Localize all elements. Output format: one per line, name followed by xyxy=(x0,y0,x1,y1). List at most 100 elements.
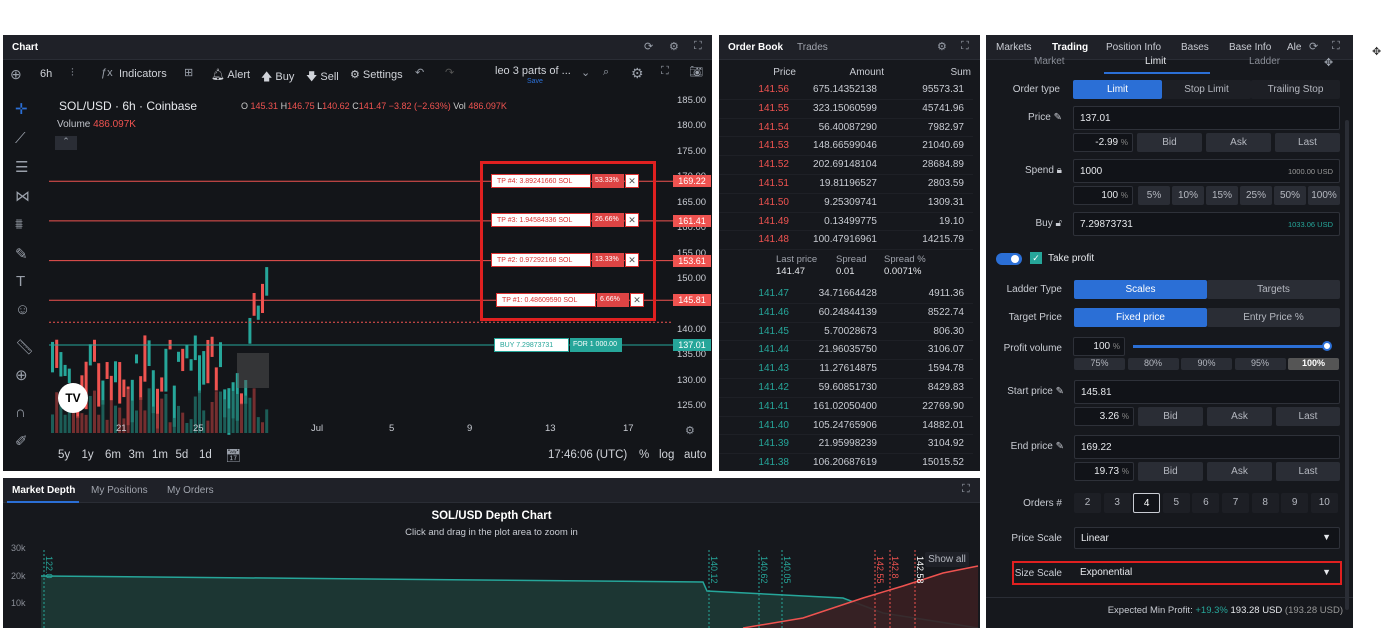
spend-pct-10[interactable]: 10% xyxy=(1172,186,1204,205)
tab-trading[interactable]: Trading xyxy=(1052,42,1088,53)
range-button-6m[interactable]: 6m xyxy=(105,449,121,461)
ask-row[interactable]: 141.56 675.14352138 95573.31 xyxy=(719,81,973,100)
pencil-icon[interactable]: ✎ xyxy=(1056,386,1064,397)
ask-row[interactable]: 141.48 100.47916961 14215.79 xyxy=(719,231,973,251)
close-icon[interactable]: ✕ xyxy=(630,293,644,307)
orders-count-10[interactable]: 10 xyxy=(1310,493,1338,513)
spend-pct-5[interactable]: 5% xyxy=(1138,186,1170,205)
order-type-trailing-stop[interactable]: Trailing Stop xyxy=(1251,80,1340,99)
lock-icon[interactable]: 🔒︎ xyxy=(1057,165,1062,176)
log-toggle[interactable]: log xyxy=(659,449,674,461)
scrollbar[interactable] xyxy=(1345,120,1349,610)
price-ask-button[interactable]: Ask xyxy=(1206,133,1271,152)
orders-count-5[interactable]: 5 xyxy=(1162,493,1190,513)
bid-row[interactable]: 141.43 11.27614875 1594.78 xyxy=(719,360,973,379)
take-profit-toggle[interactable] xyxy=(996,253,1022,265)
goto-date-icon[interactable]: 📅︎ xyxy=(225,448,242,464)
price-last-button[interactable]: Last xyxy=(1275,133,1340,152)
profit-volume-knob[interactable] xyxy=(1322,341,1332,351)
ask-row[interactable]: 141.54 56.40087290 7982.97 xyxy=(719,119,973,138)
bid-row[interactable]: 141.45 5.70028673 806.30 xyxy=(719,323,973,342)
bid-row[interactable]: 141.40 105.24765906 14882.01 xyxy=(719,417,973,436)
expand-icon[interactable]: ⛶ xyxy=(1332,40,1340,53)
target-entry-price-pct[interactable]: Entry Price % xyxy=(1207,308,1340,327)
orders-count-2[interactable]: 2 xyxy=(1074,493,1101,513)
volume-pct-90[interactable]: 90% xyxy=(1181,358,1232,370)
gear-icon[interactable]: ⚙ xyxy=(937,40,947,53)
orders-count-4[interactable]: 4 xyxy=(1133,493,1161,513)
bid-row[interactable]: 141.47 34.71664428 4911.36 xyxy=(719,285,973,304)
take-profit-checkbox[interactable]: ✓ xyxy=(1030,252,1042,264)
ask-row[interactable]: 141.51 19.81196527 2803.59 xyxy=(719,175,973,194)
end-last-button[interactable]: Last xyxy=(1276,462,1340,481)
profit-volume-slider[interactable] xyxy=(1133,341,1332,351)
order-type-stop-limit[interactable]: Stop Limit xyxy=(1162,80,1251,99)
spend-pct-100[interactable]: 100% xyxy=(1308,186,1340,205)
ask-row[interactable]: 141.49 0.13499775 19.10 xyxy=(719,213,973,232)
buy-amount-input[interactable]: 7.29873731 1033.06 USD xyxy=(1073,212,1340,236)
show-all-button[interactable]: Show all xyxy=(925,552,969,567)
subtab-ladder[interactable]: Ladder xyxy=(1249,56,1280,67)
range-button-5y[interactable]: 5y xyxy=(58,449,70,461)
end-ask-button[interactable]: Ask xyxy=(1207,462,1272,481)
clock-label[interactable]: 17:46:06 (UTC) xyxy=(548,449,627,461)
pencil-icon[interactable]: ✎ xyxy=(1056,441,1064,452)
range-button-1d[interactable]: 1d xyxy=(199,449,212,461)
pin-sidebar-icon[interactable]: ✥ xyxy=(1372,45,1381,58)
spend-pct-input[interactable]: 100 % xyxy=(1073,186,1133,205)
range-button-1m[interactable]: 1m xyxy=(152,449,168,461)
ladder-type-scales[interactable]: Scales xyxy=(1074,280,1207,299)
subtab-limit[interactable]: Limit xyxy=(1145,56,1166,67)
pin-icon[interactable]: ✥ xyxy=(1324,56,1333,69)
ask-row[interactable]: 141.55 323.15060599 45741.96 xyxy=(719,100,973,119)
target-fixed-price[interactable]: Fixed price xyxy=(1074,308,1207,327)
tab-order-book[interactable]: Order Book xyxy=(728,42,783,53)
range-button-3m[interactable]: 3m xyxy=(129,449,145,461)
price-scale-select[interactable]: Linear ▼ xyxy=(1074,527,1340,549)
price-input[interactable]: 137.01 xyxy=(1073,106,1340,130)
ask-row[interactable]: 141.50 9.25309741 1309.31 xyxy=(719,194,973,213)
volume-pct-95[interactable]: 95% xyxy=(1234,358,1286,370)
refresh-icon[interactable]: ⟳ xyxy=(1309,40,1318,53)
expand-icon[interactable]: ⛶ xyxy=(961,40,969,53)
price-pct-input[interactable]: -2.99 % xyxy=(1073,133,1133,152)
start-pct-input[interactable]: 3.26 % xyxy=(1074,407,1134,426)
volume-pct-100[interactable]: 100% xyxy=(1288,358,1339,370)
ask-row[interactable]: 141.53 148.66599046 21040.69 xyxy=(719,137,973,157)
bid-row[interactable]: 141.46 60.24844139 8522.74 xyxy=(719,304,973,323)
tab-markets[interactable]: Markets xyxy=(996,42,1032,53)
start-last-button[interactable]: Last xyxy=(1276,407,1340,426)
order-type-limit[interactable]: Limit xyxy=(1073,80,1162,99)
tab-base-info[interactable]: Base Info xyxy=(1229,42,1271,53)
spend-pct-15[interactable]: 15% xyxy=(1206,186,1238,205)
ask-row[interactable]: 141.52 202.69148104 28684.89 xyxy=(719,156,973,175)
tradingview-logo[interactable]: TV xyxy=(58,383,88,413)
end-pct-input[interactable]: 19.73 % xyxy=(1074,462,1134,481)
orders-count-9[interactable]: 9 xyxy=(1281,493,1309,513)
orders-count-6[interactable]: 6 xyxy=(1192,493,1220,513)
range-button-1y[interactable]: 1y xyxy=(82,449,94,461)
tab-bases[interactable]: Bases xyxy=(1181,42,1209,53)
unlock-icon[interactable]: 🔓︎ xyxy=(1056,218,1062,229)
ladder-type-targets[interactable]: Targets xyxy=(1207,280,1340,299)
percent-toggle[interactable]: % xyxy=(639,449,649,461)
start-price-input[interactable]: 145.81 xyxy=(1074,380,1340,404)
start-bid-button[interactable]: Bid xyxy=(1138,407,1203,426)
close-icon[interactable]: ✕ xyxy=(625,213,639,227)
start-ask-button[interactable]: Ask xyxy=(1207,407,1272,426)
end-price-input[interactable]: 169.22 xyxy=(1074,435,1340,459)
price-bid-button[interactable]: Bid xyxy=(1137,133,1202,152)
bid-row[interactable]: 141.44 21.96035750 3106.07 xyxy=(719,341,973,361)
subtab-market[interactable]: Market xyxy=(1034,56,1065,67)
spend-input[interactable]: 1000 1000.00 USD xyxy=(1073,159,1340,183)
end-bid-button[interactable]: Bid xyxy=(1138,462,1203,481)
bid-row[interactable]: 141.39 21.95998239 3104.92 xyxy=(719,435,973,455)
close-icon[interactable]: ✕ xyxy=(625,253,639,267)
orders-count-8[interactable]: 8 xyxy=(1251,493,1279,513)
orders-count-7[interactable]: 7 xyxy=(1222,493,1249,513)
axis-settings-icon[interactable]: ⚙ xyxy=(685,424,695,437)
range-button-5d[interactable]: 5d xyxy=(176,449,189,461)
tab-position-info[interactable]: Position Info xyxy=(1106,42,1161,53)
profit-volume-input[interactable]: 100 % xyxy=(1073,337,1125,356)
depth-chart[interactable]: 122.0 140.12 140.62 140.05 142.55 142.8 142.58 xyxy=(3,478,980,628)
